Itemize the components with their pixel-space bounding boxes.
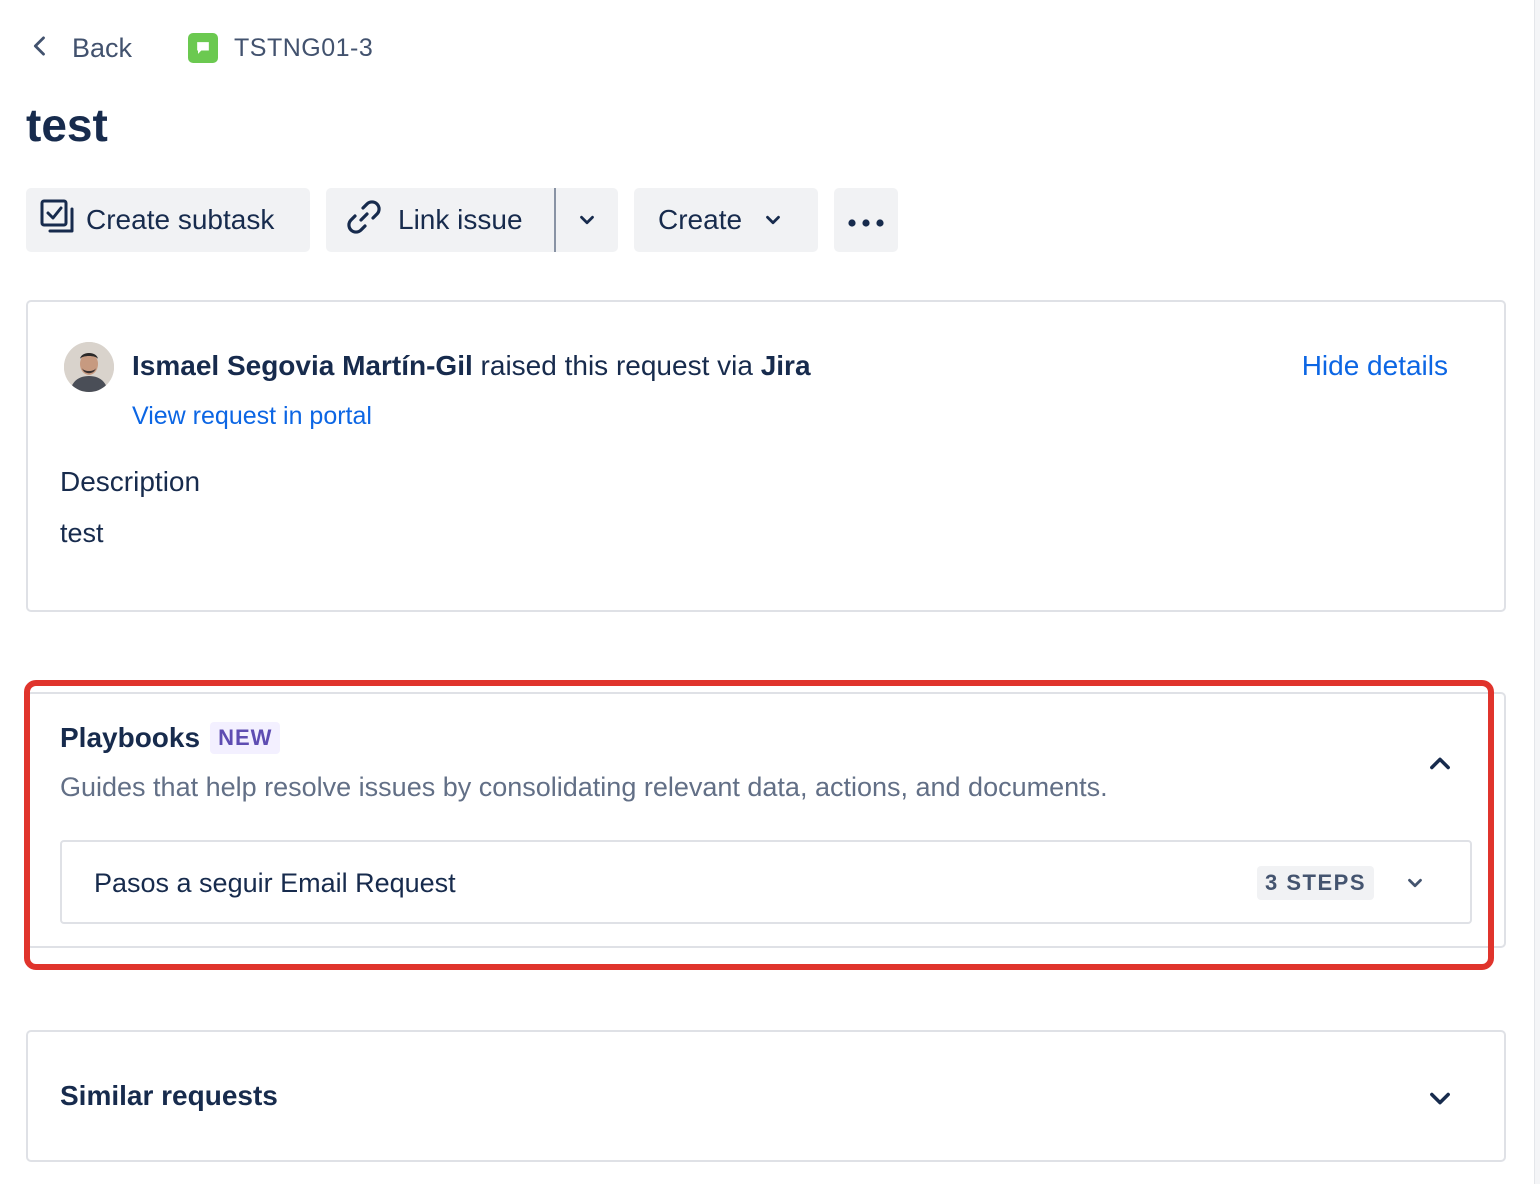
subtask-icon — [38, 197, 86, 244]
avatar[interactable] — [64, 342, 114, 392]
raised-via-text: raised this request via — [472, 350, 761, 381]
back-button[interactable]: Back — [26, 32, 132, 65]
create-subtask-button[interactable]: Create subtask — [26, 188, 310, 252]
issue-key-label: TSTNG01-3 — [234, 33, 374, 62]
request-channel: Jira — [760, 350, 811, 381]
more-horizontal-icon — [846, 204, 886, 236]
chevron-left-icon — [26, 32, 54, 65]
request-details-card: Ismael Segovia Martín-Gil raised this re… — [26, 300, 1506, 612]
description-text[interactable]: test — [60, 518, 104, 549]
similar-requests-panel: Similar requests — [26, 1030, 1506, 1162]
link-issue-button[interactable]: Link issue — [326, 188, 554, 252]
description-heading: Description — [60, 466, 201, 497]
issue-toolbar: Create subtask Link issue Create — [26, 188, 898, 252]
chevron-down-icon — [576, 209, 598, 231]
link-icon — [344, 197, 398, 244]
playbooks-title: Playbooks — [60, 722, 201, 753]
playbooks-header: Playbooks NEW — [60, 722, 281, 754]
chevron-down-icon — [762, 209, 784, 231]
issue-key-breadcrumb[interactable]: TSTNG01-3 — [188, 33, 373, 63]
link-issue-label: Link issue — [398, 204, 523, 235]
view-request-in-portal-link[interactable]: View request in portal — [132, 402, 372, 431]
playbooks-panel: Playbooks NEW Guides that help resolve i… — [26, 692, 1506, 948]
back-label: Back — [72, 32, 133, 63]
top-navigation: Back TSTNG01-3 — [26, 28, 373, 68]
steps-count-badge: 3 STEPS — [1257, 866, 1374, 900]
more-actions-button[interactable] — [834, 188, 898, 252]
request-raised-line: Ismael Segovia Martín-Gil raised this re… — [132, 350, 811, 382]
playbook-name: Pasos a seguir Email Request — [94, 868, 456, 898]
expand-similar-requests-button[interactable] — [1426, 1084, 1454, 1112]
create-label: Create — [658, 204, 743, 235]
chevron-down-icon[interactable] — [1404, 872, 1426, 894]
hide-details-link[interactable]: Hide details — [1302, 350, 1448, 382]
similar-requests-title: Similar requests — [60, 1080, 278, 1111]
create-button[interactable]: Create — [634, 188, 818, 252]
collapse-playbooks-button[interactable] — [1426, 750, 1454, 778]
playbooks-subtitle: Guides that help resolve issues by conso… — [60, 772, 1108, 802]
speech-bubble-icon — [188, 33, 219, 63]
new-badge: NEW — [210, 722, 281, 754]
page-title: test — [26, 99, 108, 151]
chevron-up-icon — [1426, 750, 1454, 778]
reporter-name[interactable]: Ismael Segovia Martín-Gil — [132, 350, 473, 381]
scrollbar[interactable] — [1534, 0, 1540, 1184]
link-issue-dropdown-button[interactable] — [554, 188, 618, 252]
playbook-item[interactable]: Pasos a seguir Email Request 3 STEPS — [60, 840, 1472, 924]
chevron-down-icon — [1426, 1084, 1454, 1112]
create-subtask-label: Create subtask — [86, 204, 275, 235]
